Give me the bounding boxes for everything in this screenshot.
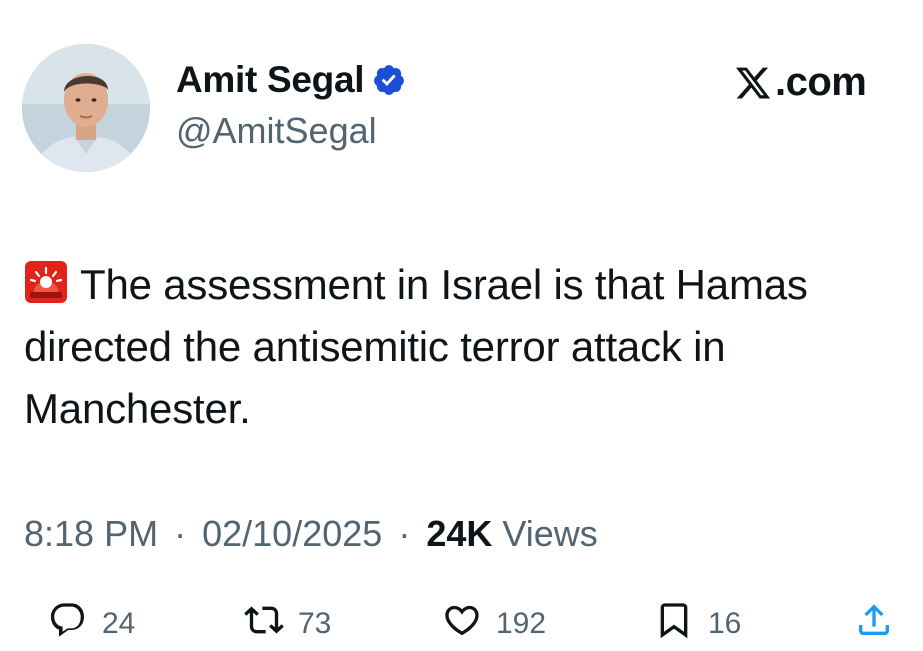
share-icon: [854, 600, 894, 648]
tweet-text-body: The assessment in Israel is that Hamas d…: [24, 261, 808, 432]
tweet-actions-bar: 24 73 192 16: [0, 600, 923, 650]
views-count: 24K: [426, 513, 493, 554]
share-button[interactable]: [854, 600, 894, 648]
tweet-text: The assessment in Israel is that Hamas d…: [24, 254, 904, 440]
verified-badge-icon: [372, 63, 406, 97]
tweet-time[interactable]: 8:18 PM: [24, 513, 158, 554]
bookmark-count: 16: [708, 607, 742, 640]
tweet-card: Amit Segal @AmitSegal .com The assessmen…: [0, 0, 923, 651]
views-label: Views: [502, 513, 598, 554]
repost-count: 73: [298, 607, 332, 640]
bookmark-button[interactable]: 16: [654, 600, 741, 648]
bookmark-icon: [654, 600, 694, 648]
brand-logo: .com: [733, 60, 867, 105]
heart-icon: [442, 600, 482, 648]
author-name-row[interactable]: Amit Segal: [176, 60, 406, 100]
like-count: 192: [496, 607, 547, 640]
author-handle[interactable]: @AmitSegal: [176, 110, 377, 152]
like-button[interactable]: 192: [442, 600, 546, 648]
repost-button[interactable]: 73: [244, 600, 331, 648]
repost-icon: [244, 600, 284, 648]
reply-count: 24: [102, 607, 136, 640]
police-siren-icon: [24, 259, 68, 303]
reply-icon: [48, 600, 88, 648]
author-display-name[interactable]: Amit Segal: [176, 60, 365, 100]
avatar[interactable]: [22, 44, 150, 172]
meta-separator: ·: [398, 513, 411, 554]
x-logo-icon: [733, 64, 773, 102]
reply-button[interactable]: 24: [48, 600, 135, 648]
tweet-meta: 8:18 PM · 02/10/2025 · 24K Views: [24, 512, 598, 556]
meta-separator: ·: [174, 513, 187, 554]
tweet-date[interactable]: 02/10/2025: [202, 513, 382, 554]
brand-domain-label: .com: [775, 60, 867, 104]
